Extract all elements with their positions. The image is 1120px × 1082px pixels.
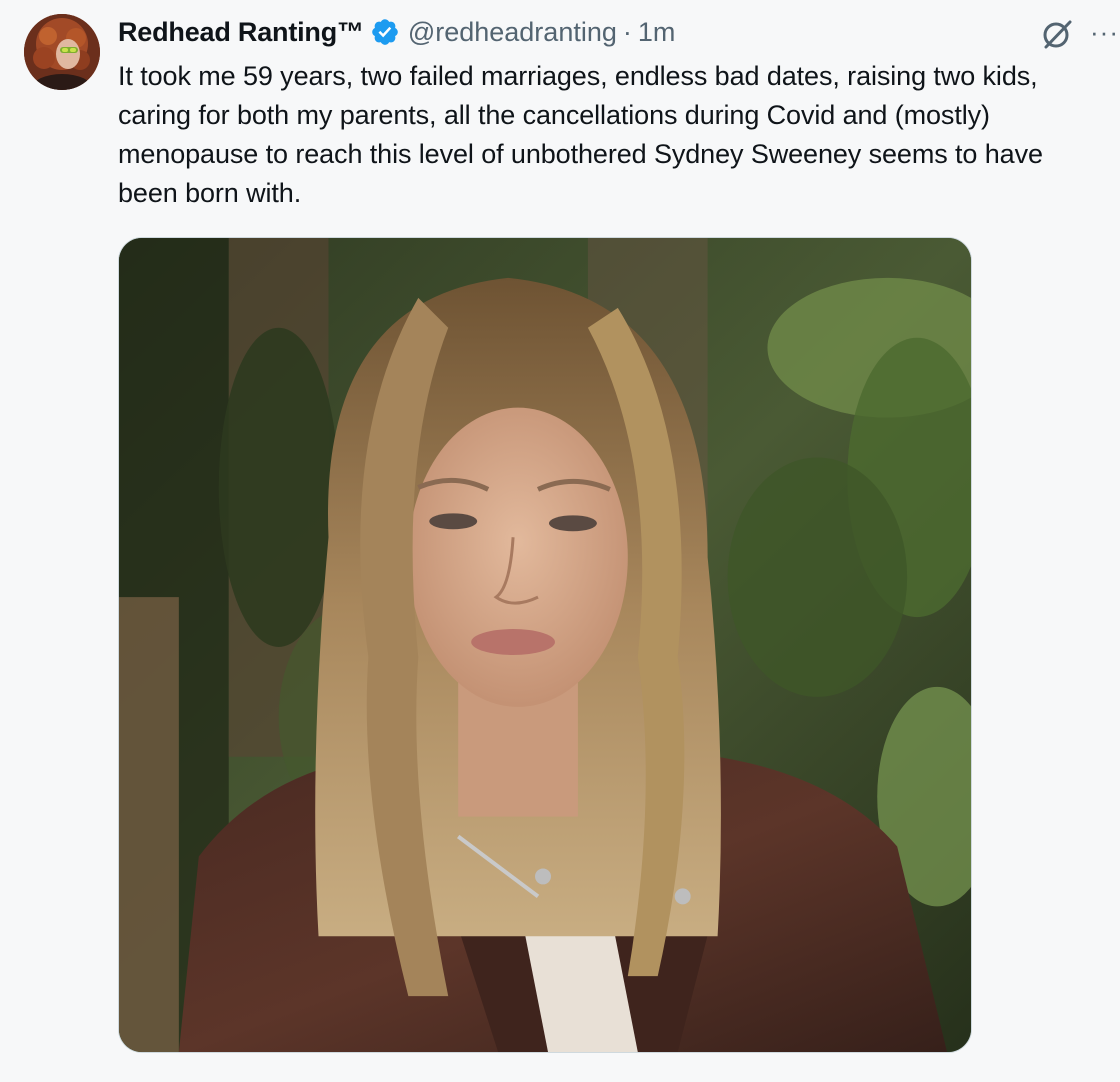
tweet-header: Redhead Ranting™ @redheadranting · 1m — [118, 14, 675, 50]
author-handle[interactable]: @redheadranting — [408, 17, 617, 48]
avatar-image — [24, 14, 100, 90]
grok-icon[interactable] — [1040, 17, 1074, 51]
more-options-icon[interactable]: ··· — [1090, 14, 1119, 50]
tweet-media-photo[interactable] — [118, 237, 972, 1053]
verified-badge-icon[interactable] — [370, 17, 400, 47]
tweet[interactable]: Redhead Ranting™ @redheadranting · 1m ··… — [0, 0, 1120, 1082]
separator-dot: · — [622, 16, 632, 47]
timestamp[interactable]: 1m — [638, 17, 676, 48]
author-display-name[interactable]: Redhead Ranting™ — [118, 17, 364, 48]
tweet-text: It took me 59 years, two failed marriage… — [118, 61, 1043, 208]
avatar[interactable] — [24, 14, 100, 90]
photo-image — [119, 238, 971, 1052]
